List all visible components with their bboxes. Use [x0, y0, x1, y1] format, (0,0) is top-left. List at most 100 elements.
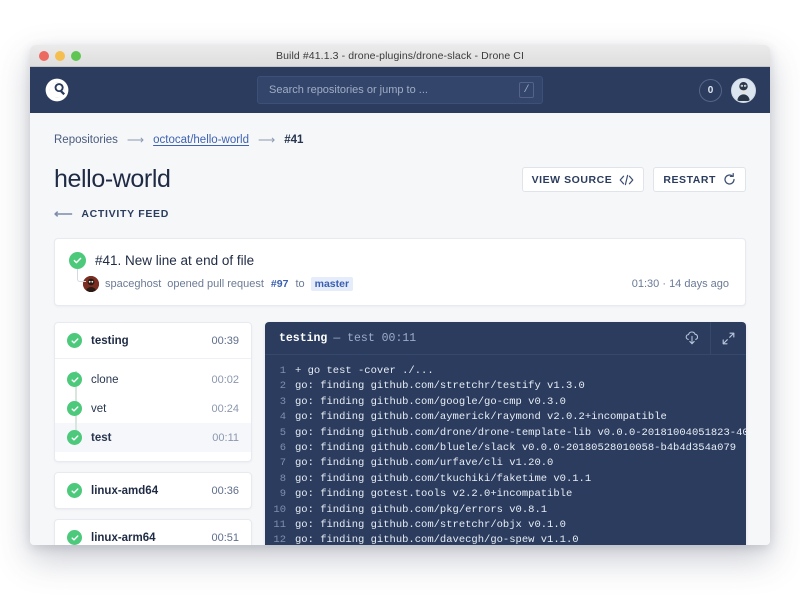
breadcrumb-item-repositories[interactable]: Repositories	[54, 134, 118, 146]
branch-tag: master	[310, 277, 354, 291]
build-author: spaceghost	[105, 278, 162, 290]
step-item-clone[interactable]: clone 00:02	[55, 365, 251, 394]
console-step-info: — test 00:11	[333, 331, 417, 345]
stage-name: testing	[91, 334, 129, 347]
log-line-text: go: finding github.com/bluele/slack v0.0…	[295, 442, 737, 455]
log-line-number: 10	[273, 503, 286, 516]
step-duration: 00:02	[211, 373, 239, 386]
breadcrumb-arrow-icon: ⟶	[258, 133, 276, 147]
log-line-number: 5	[279, 426, 286, 439]
maximize-button[interactable]	[71, 51, 81, 61]
restart-button[interactable]: RESTART	[653, 167, 746, 192]
step-item-test[interactable]: test 00:11	[55, 423, 251, 452]
log-line-text: + go test -cover ./...	[295, 365, 434, 377]
build-detail-area: testing 00:39 clone 00:02 vet 00:24 test…	[54, 322, 746, 545]
log-line: 12 go: finding github.com/davecgh/go-spew…	[265, 533, 746, 545]
log-line-text: go: finding github.com/urfave/cli v1.20.…	[295, 457, 554, 470]
page-content: Repositories ⟶ octocat/hello-world ⟶ #41…	[30, 113, 770, 545]
search-placeholder: Search repositories or jump to ...	[269, 84, 428, 96]
console-actions	[674, 322, 746, 354]
browser-window: Build #41.1.3 - drone-plugins/drone-slac…	[30, 45, 770, 545]
step-item-vet[interactable]: vet 00:24	[55, 394, 251, 423]
step-status-success-icon	[67, 430, 82, 445]
tree-connector	[77, 269, 86, 282]
back-arrow-icon: ⟵	[54, 206, 74, 221]
search-input[interactable]: Search repositories or jump to ... /	[257, 76, 543, 104]
stage-header[interactable]: linux-amd64 00:36	[55, 473, 251, 508]
stage-header[interactable]: testing 00:39	[55, 323, 251, 358]
stage-duration: 00:51	[211, 531, 239, 544]
stage-card-linux-amd64: linux-amd64 00:36	[54, 472, 252, 509]
step-duration: 00:24	[211, 402, 239, 415]
stage-duration: 00:39	[211, 334, 239, 347]
build-status-success-icon	[69, 252, 86, 269]
console-header: testing — test 00:11	[265, 322, 746, 355]
console-log-output[interactable]: 1 + go test -cover ./... 2 go: finding gith…	[265, 355, 746, 545]
log-line-number: 4	[279, 411, 286, 424]
log-line: 11 go: finding github.com/stretchr/objx v…	[265, 518, 746, 533]
build-title: #41. New line at end of file	[95, 253, 255, 268]
log-line: 9 go: finding gotest.tools v2.2.0+incompa…	[265, 487, 746, 502]
build-summary-card[interactable]: #41. New line at end of file spaceghost …	[54, 238, 746, 306]
breadcrumb-item-repo[interactable]: octocat/hello-world	[153, 134, 249, 146]
drone-logo-icon[interactable]	[44, 77, 70, 103]
stage-status-success-icon	[67, 483, 82, 498]
cloud-download-icon[interactable]	[674, 322, 710, 354]
window-titlebar: Build #41.1.3 - drone-plugins/drone-slac…	[30, 45, 770, 67]
log-line-text: go: finding github.com/davecgh/go-spew v…	[295, 534, 579, 545]
minimize-button[interactable]	[55, 51, 65, 61]
log-line-text: go: finding github.com/stretchr/testify …	[295, 380, 585, 393]
build-timestamp: 01:30 · 14 days ago	[631, 278, 729, 290]
expand-icon[interactable]	[710, 322, 746, 354]
log-line-number: 11	[273, 519, 286, 532]
log-line-text: go: finding github.com/google/go-cmp v0.…	[295, 395, 566, 408]
code-brackets-icon	[619, 174, 634, 186]
activity-feed-label: ACTIVITY FEED	[81, 207, 170, 220]
restart-icon	[723, 173, 736, 186]
log-line-number: 1	[279, 365, 286, 377]
console-stage-name: testing	[279, 331, 328, 345]
log-line: 4 go: finding github.com/aymerick/raymond…	[265, 410, 746, 425]
stage-name: linux-amd64	[91, 484, 159, 497]
stage-status-success-icon	[67, 530, 82, 545]
search-shortcut-key: /	[519, 82, 534, 98]
log-line-text: go: finding github.com/pkg/errors v0.8.1	[295, 503, 548, 516]
log-line-text: go: finding github.com/stretchr/objx v0.…	[295, 519, 566, 532]
activity-feed-link[interactable]: ⟵ ACTIVITY FEED	[54, 207, 746, 220]
log-line: 5 go: finding github.com/drone/drone-temp…	[265, 426, 746, 441]
breadcrumb-arrow-icon: ⟶	[126, 133, 145, 147]
window-controls	[39, 51, 81, 61]
navbar-right: 0	[699, 77, 756, 103]
stage-duration: 00:36	[211, 484, 239, 497]
step-duration: 00:11	[212, 431, 239, 444]
step-status-success-icon	[67, 401, 82, 416]
app-navbar: Search repositories or jump to ... / 0	[30, 67, 770, 113]
log-line: 10 go: finding github.com/pkg/errors v0.8…	[265, 503, 746, 518]
step-name: test	[91, 431, 112, 444]
page-header: hello-world VIEW SOURCE RESTART	[54, 165, 746, 194]
stage-header[interactable]: linux-arm64 00:51	[55, 520, 251, 545]
restart-label: RESTART	[663, 173, 716, 186]
build-to-label: to	[295, 278, 305, 290]
avatar[interactable]	[731, 77, 756, 103]
breadcrumb-item-build: #41	[284, 134, 304, 146]
stage-list: testing 00:39 clone 00:02 vet 00:24 test…	[54, 322, 252, 545]
log-line: 1 + go test -cover ./...	[265, 364, 746, 379]
log-line: 3 go: finding github.com/google/go-cmp v0…	[265, 395, 746, 410]
stage-status-success-icon	[67, 333, 82, 348]
log-line-text: go: finding github.com/aymerick/raymond …	[295, 411, 667, 424]
log-line-text: go: finding github.com/drone/drone-templ…	[295, 426, 746, 439]
step-list: clone 00:02 vet 00:24 test 00:11	[55, 359, 251, 461]
log-line: 7 go: finding github.com/urfave/cli v1.20…	[265, 456, 746, 471]
log-console: testing — test 00:11 1 + go test -cover …	[265, 322, 746, 545]
log-line-text: go: finding github.com/tkuchiki/faketime…	[295, 472, 592, 485]
build-title-row: #41. New line at end of file	[69, 252, 729, 269]
close-button[interactable]	[39, 51, 49, 61]
log-line-number: 6	[279, 442, 286, 455]
build-meta-row: spaceghost opened pull request #97 to ma…	[69, 269, 729, 292]
view-source-button[interactable]: VIEW SOURCE	[521, 167, 645, 192]
log-line-number: 2	[279, 380, 286, 393]
notification-badge[interactable]: 0	[699, 78, 722, 102]
search-container: Search repositories or jump to ... /	[257, 76, 543, 104]
pull-request-link[interactable]: #97	[270, 277, 290, 291]
